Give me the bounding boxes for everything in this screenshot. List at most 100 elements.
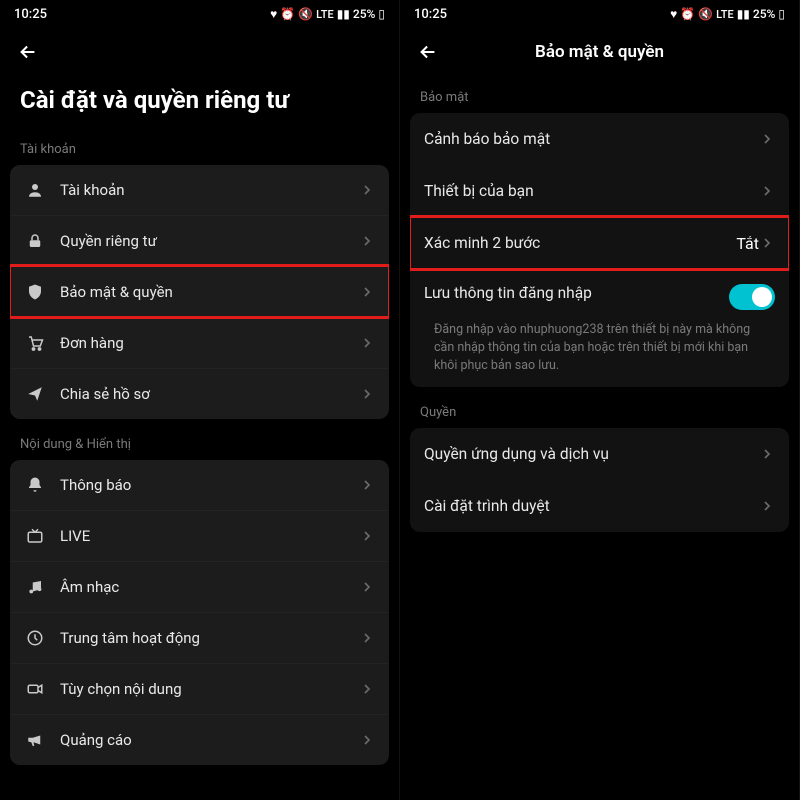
row-label: Âm nhạc [60, 578, 359, 596]
row-security-alerts[interactable]: Cảnh báo bảo mật [410, 113, 789, 165]
signal-icon: ▮▮ [737, 7, 750, 21]
row-label: Cài đặt trình duyệt [424, 497, 759, 515]
battery-icon: ▯ [778, 7, 785, 21]
permissions-card: Quyền ứng dụng và dịch vụ Cài đặt trình … [410, 428, 789, 532]
row-label: LIVE [60, 527, 359, 545]
megaphone-icon [24, 729, 46, 751]
row-save-login[interactable]: Lưu thông tin đăng nhập [410, 269, 789, 321]
shield-icon [24, 281, 46, 303]
battery-icon: ▯ [378, 7, 385, 21]
bell-icon [24, 474, 46, 496]
row-label: Tài khoản [60, 181, 359, 199]
signal-icon: ▮▮ [337, 7, 350, 21]
account-card: Tài khoản Quyền riêng tư Bảo mật & quyền… [10, 165, 389, 419]
chevron-right-icon [359, 335, 375, 351]
row-label: Thiết bị của bạn [424, 182, 759, 200]
clock-icon [24, 627, 46, 649]
chevron-right-icon [359, 284, 375, 300]
row-orders[interactable]: Đơn hàng [10, 317, 389, 368]
row-label: Quảng cáo [60, 731, 359, 749]
chevron-right-icon [759, 498, 775, 514]
alarm-icon: ⏰ [280, 7, 295, 21]
section-account-label: Tài khoản [0, 124, 399, 165]
row-two-step-verification[interactable]: Xác minh 2 bước Tắt [410, 217, 789, 269]
lte-icon: LTE [716, 8, 734, 21]
chevron-right-icon [359, 630, 375, 646]
status-time: 10:25 [414, 7, 447, 22]
back-arrow-icon [417, 41, 439, 63]
left-screen: 10:25 ♥ ⏰ 🔇 LTE ▮▮ 25% ▯ Cài đặt và quyề… [0, 0, 400, 800]
share-icon [24, 383, 46, 405]
row-security-permissions[interactable]: Bảo mật & quyền [10, 266, 389, 317]
right-screen: 10:25 ♥ ⏰ 🔇 LTE ▮▮ 25% ▯ Bảo mật & quyền… [400, 0, 800, 800]
chevron-right-icon [359, 477, 375, 493]
battery-pct: 25% [353, 7, 375, 21]
row-label: Cảnh báo bảo mật [424, 130, 759, 148]
row-activity-center[interactable]: Trung tâm hoạt động [10, 612, 389, 663]
back-arrow-icon [17, 41, 39, 63]
chevron-right-icon [359, 386, 375, 402]
row-music[interactable]: Âm nhạc [10, 561, 389, 612]
user-icon [24, 179, 46, 201]
lock-icon [24, 230, 46, 252]
header: Bảo mật & quyền [400, 28, 799, 72]
chevron-right-icon [759, 446, 775, 462]
row-content-preferences[interactable]: Tùy chọn nội dung [10, 663, 389, 714]
cart-icon [24, 332, 46, 354]
mute-icon: 🔇 [698, 7, 713, 21]
save-login-toggle[interactable] [729, 284, 775, 310]
row-share-profile[interactable]: Chia sẻ hồ sơ [10, 368, 389, 419]
section-content-label: Nội dung & Hiển thị [0, 419, 399, 460]
heart-icon: ♥ [670, 7, 677, 21]
row-label: Quyền ứng dụng và dịch vụ [424, 445, 759, 463]
status-right: ♥ ⏰ 🔇 LTE ▮▮ 25% ▯ [270, 7, 385, 21]
section-permissions-label: Quyền [400, 387, 799, 428]
save-login-description: Đăng nhập vào nhuphuong238 trên thiết bị… [410, 321, 789, 387]
tv-icon [24, 525, 46, 547]
chevron-right-icon [759, 235, 775, 251]
page-title: Cài đặt và quyền riêng tư [0, 72, 399, 124]
status-bar: 10:25 ♥ ⏰ 🔇 LTE ▮▮ 25% ▯ [0, 0, 399, 28]
chevron-right-icon [359, 732, 375, 748]
chevron-right-icon [359, 579, 375, 595]
row-live[interactable]: LIVE [10, 510, 389, 561]
row-label: Trung tâm hoạt động [60, 629, 359, 647]
chevron-right-icon [359, 528, 375, 544]
video-icon [24, 678, 46, 700]
section-security-label: Bảo mật [400, 72, 799, 113]
lte-icon: LTE [316, 8, 334, 21]
chevron-right-icon [759, 131, 775, 147]
header [0, 28, 399, 72]
back-button[interactable] [16, 40, 40, 64]
status-right: ♥ ⏰ 🔇 LTE ▮▮ 25% ▯ [670, 7, 785, 21]
back-button[interactable] [416, 40, 440, 64]
music-icon [24, 576, 46, 598]
row-label: Chia sẻ hồ sơ [60, 385, 359, 403]
row-label: Xác minh 2 bước [424, 234, 736, 252]
row-label: Lưu thông tin đăng nhập [424, 284, 729, 302]
content-card: Thông báo LIVE Âm nhạc Trung tâm hoạt độ… [10, 460, 389, 765]
row-label: Quyền riêng tư [60, 232, 359, 250]
row-app-permissions[interactable]: Quyền ứng dụng và dịch vụ [410, 428, 789, 480]
row-your-devices[interactable]: Thiết bị của bạn [410, 165, 789, 217]
security-card: Cảnh báo bảo mật Thiết bị của bạn Xác mi… [410, 113, 789, 387]
chevron-right-icon [359, 182, 375, 198]
chevron-right-icon [359, 233, 375, 249]
row-label: Tùy chọn nội dung [60, 680, 359, 698]
row-label: Đơn hàng [60, 334, 359, 352]
row-privacy[interactable]: Quyền riêng tư [10, 215, 389, 266]
row-label: Bảo mật & quyền [60, 283, 359, 301]
chevron-right-icon [759, 183, 775, 199]
chevron-right-icon [359, 681, 375, 697]
row-account[interactable]: Tài khoản [10, 165, 389, 215]
status-time: 10:25 [14, 7, 47, 22]
row-browser-settings[interactable]: Cài đặt trình duyệt [410, 480, 789, 532]
heart-icon: ♥ [270, 7, 277, 21]
row-label: Thông báo [60, 476, 359, 494]
status-bar: 10:25 ♥ ⏰ 🔇 LTE ▮▮ 25% ▯ [400, 0, 799, 28]
mute-icon: 🔇 [298, 7, 313, 21]
battery-pct: 25% [753, 7, 775, 21]
row-ads[interactable]: Quảng cáo [10, 714, 389, 765]
row-notifications[interactable]: Thông báo [10, 460, 389, 510]
row-value: Tắt [736, 234, 759, 253]
